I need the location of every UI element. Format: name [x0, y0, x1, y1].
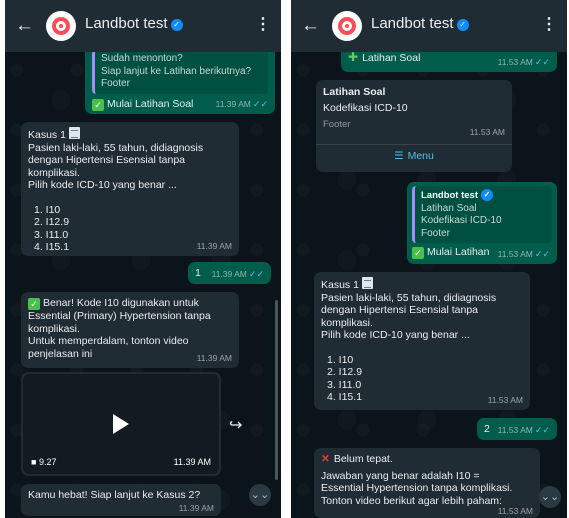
message-text: Kodefikasi ICD-10	[323, 101, 408, 114]
read-ticks-icon: ✓✓	[252, 98, 268, 109]
scroll-down-button[interactable]: ⌄⌄	[539, 486, 561, 508]
message-bubble-in[interactable]: Kamu hebat! Siap lanjut ke Kasus 2? 11.3…	[21, 484, 221, 516]
quote-footer: Footer	[101, 78, 130, 89]
message-text: 1	[195, 267, 201, 279]
read-ticks-icon: ✓✓	[534, 56, 550, 67]
quoted-message: Landbot test ✓ Latihan Soal Kodefikasi IC…	[412, 186, 552, 243]
puzzle-icon: ✚	[348, 50, 359, 64]
clipboard-icon	[68, 127, 80, 139]
message-text: Pilih kode ICD-10 yang benar ...	[28, 179, 177, 191]
message-text: komplikasi.	[321, 316, 373, 329]
list-message[interactable]: Latihan Soal Kodefikasi ICD-10 Footer 11…	[316, 80, 512, 172]
quote-line: Kodefikasi ICD-10	[421, 215, 502, 226]
button-reply-label: Latihan Soal	[362, 52, 421, 64]
quoted-message: Sudah menonton? Siap lanjut ke Latihan b…	[92, 50, 268, 94]
message-text: komplikasi.	[28, 322, 80, 335]
message-title: Kasus 1	[28, 129, 66, 141]
message-time: 11.39 AM	[173, 456, 211, 467]
message-text: komplikasi.	[28, 166, 80, 179]
message-text: Belum tepat.	[333, 453, 393, 465]
message-text: dengan Hipertensi Esensial tanpa	[28, 154, 186, 166]
message-bubble-in[interactable]: Kasus 1 Pasien laki-laki, 55 tahun, didi…	[314, 272, 530, 410]
chat-screen-right: ← Landbot test ✓ ⋮ ✚ Latihan Soal 11.53 AM…	[291, 0, 567, 518]
quote-line: Footer	[421, 227, 450, 239]
message-text: dengan Hipertensi Esensial tanpa	[321, 304, 479, 316]
chat-header: ← Landbot test ✓ ⋮	[5, 0, 281, 52]
message-text: Essential (Primary) Hypertension tanpa	[28, 310, 211, 322]
message-time: 11.39 AM	[196, 240, 232, 251]
message-text: Pasien laki-laki, 55 tahun, didiagnosis	[28, 141, 204, 154]
read-ticks-icon: ✓✓	[534, 424, 550, 435]
list-icon: ☰	[394, 150, 404, 162]
message-text: Jawaban yang benar adalah I10 =	[321, 469, 480, 482]
message-title: Latihan Soal	[323, 86, 386, 98]
verified-badge-icon: ✓	[170, 19, 183, 31]
message-bubble-out[interactable]: Sudah menonton? Siap lanjut ke Latihan b…	[85, 44, 275, 114]
clipboard-icon	[361, 277, 373, 289]
quote-line: Siap lanjut ke Latihan berikutnya?	[101, 65, 252, 77]
message-text: Kamu hebat! Siap lanjut ke Kasus 2?	[28, 489, 201, 501]
chat-header: ← Landbot test ✓ ⋮	[291, 0, 567, 52]
message-text: Essential Hypertension tanpa komplikasi.	[321, 482, 513, 494]
message-title: Kasus 1	[321, 279, 359, 291]
video-message[interactable]: ■ 9.27 11.39 AM	[21, 372, 221, 476]
scrollbar[interactable]	[275, 300, 278, 480]
kebab-menu-icon[interactable]: ⋮	[541, 14, 557, 34]
read-ticks-icon: ✓✓	[248, 268, 264, 279]
avatar[interactable]	[332, 11, 362, 41]
message-time: 11.53 AM	[487, 394, 523, 405]
check-mark-icon: ✓	[92, 98, 104, 111]
quote-line: Latihan Soal	[421, 202, 477, 214]
message-text: 2	[484, 423, 490, 435]
message-bubble-out[interactable]: 1 11.39 AM ✓✓	[188, 262, 271, 284]
verified-badge-icon: ✓	[456, 19, 469, 31]
back-arrow-icon[interactable]: ←	[15, 16, 34, 36]
option-item: 3. I11.0	[327, 378, 362, 391]
message-text: Pilih kode ICD-10 yang benar ...	[321, 329, 470, 341]
chat-title[interactable]: Landbot test ✓	[85, 15, 183, 32]
message-text: Benar! Kode I10 digunakan untuk	[43, 297, 199, 309]
chat-screen-left: ← Landbot test ✓ ⋮ Sudah menonton? Siap l…	[5, 0, 281, 518]
message-time: 11.39 AM	[178, 502, 214, 513]
check-mark-icon: ✓	[28, 298, 40, 310]
message-bubble-in[interactable]: Kasus 1 Pasien laki-laki, 55 tahun, didi…	[21, 122, 239, 256]
check-mark-icon: ✓	[412, 247, 424, 259]
option-item: 1. I10	[34, 203, 61, 216]
quote-line: Sudah menonton?	[101, 53, 183, 64]
verified-badge-icon: ✓	[481, 189, 493, 201]
list-menu-button[interactable]: ☰ Menu	[316, 150, 512, 163]
kebab-menu-icon[interactable]: ⋮	[255, 14, 271, 34]
video-thumbnail[interactable]: ■ 9.27 11.39 AM	[23, 374, 219, 474]
message-bubble-in[interactable]: ✕ Belum tepat. Jawaban yang benar adalah …	[314, 448, 540, 518]
back-arrow-icon[interactable]: ←	[301, 16, 320, 36]
message-text: Untuk memperdalam, tonton video	[28, 335, 189, 347]
cross-mark-icon: ✕	[321, 453, 330, 465]
scroll-down-button[interactable]: ⌄⌄	[249, 484, 271, 506]
message-time: 11.53 AM	[497, 505, 533, 516]
read-ticks-icon: ✓✓	[534, 248, 550, 259]
divider	[316, 144, 512, 145]
message-bubble-out[interactable]: Landbot test ✓ Latihan Soal Kodefikasi IC…	[407, 182, 557, 264]
message-bubble-out[interactable]: 2 11.53 AM ✓✓	[477, 418, 557, 440]
button-reply-label: Mulai Latihan Soal	[107, 97, 194, 110]
option-item: 2. I12.9	[34, 216, 70, 228]
video-duration: ■ 9.27	[31, 456, 57, 467]
play-icon[interactable]	[113, 414, 129, 434]
message-text: Pasien laki-laki, 55 tahun, didiagnosis	[321, 291, 497, 304]
forward-icon[interactable]: ↪	[229, 415, 242, 435]
button-reply-label: Mulai Latihan	[427, 246, 490, 258]
option-item: 2. I12.9	[327, 366, 363, 378]
message-time: 11.53 AM	[469, 126, 505, 137]
message-bubble-in[interactable]: ✓ Benar! Kode I10 digunakan untuk Essenti…	[21, 292, 239, 368]
avatar[interactable]	[46, 11, 76, 41]
option-item: 1. I10	[327, 353, 354, 366]
message-time: 11.39 AM	[196, 352, 232, 363]
chat-title[interactable]: Landbot test ✓	[371, 15, 469, 32]
